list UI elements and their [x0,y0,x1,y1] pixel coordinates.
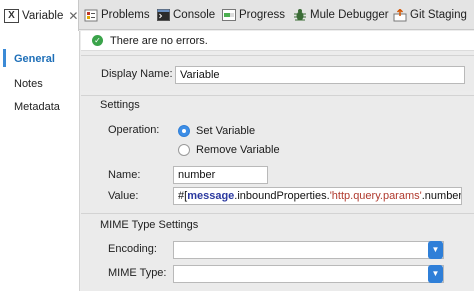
status-row: ✓ There are no errors. [81,31,474,51]
tab-mule-debugger[interactable]: Mule Debugger [293,0,389,30]
tab-git-staging[interactable]: Git Staging [393,0,467,30]
chevron-down-icon: ▼ [428,265,443,283]
tab-progress-label: Progress [239,9,286,21]
display-name-input[interactable]: Variable [175,66,465,84]
settings-title: Settings [100,99,140,111]
tab-console-label: Console [173,9,216,21]
sidebar-item-general[interactable]: General [0,49,80,69]
close-icon[interactable]: ✕ [68,9,78,23]
tab-problems[interactable]: Problems [84,0,150,30]
radio-dot-icon [178,125,190,137]
tab-git-staging-label: Git Staging [410,9,467,21]
expr-mid: .inboundProperties. [234,190,330,202]
expr-open: #[ [178,190,188,202]
expr-string: 'http.query.params' [329,190,422,202]
expr-end: .number] [421,190,462,202]
view-tab-bar: X Variable ✕ Problems Console Progress M… [0,0,474,31]
remove-variable-radio[interactable]: Remove Variable [178,144,280,156]
debugger-icon [293,8,307,22]
sidebar-item-notes[interactable]: Notes [0,74,80,94]
mime-type-title: MIME Type Settings [100,219,199,231]
tab-console[interactable]: Console [157,0,215,30]
expr-keyword: message [187,190,235,202]
mime-type-label: MIME Type: [108,267,167,279]
tab-progress[interactable]: Progress [222,0,285,30]
console-icon [157,9,170,21]
x-box-icon: X [4,8,19,23]
name-label: Name: [108,169,141,181]
encoding-select[interactable]: ▼ [173,241,444,259]
set-variable-radio[interactable]: Set Variable [178,125,255,137]
progress-icon [222,9,236,21]
general-panel: ✓ There are no errors. Display Name: Var… [81,31,474,291]
tab-variable-label: Variable [22,9,64,22]
status-text: There are no errors. [110,34,208,47]
checkmark-icon: ✓ [92,35,103,46]
properties-view: X Variable ✕ Problems Console Progress M… [0,0,474,291]
tab-variable[interactable]: X Variable ✕ [0,0,79,31]
encoding-label: Encoding: [108,243,157,255]
git-staging-icon [393,8,407,22]
mime-type-select[interactable]: ▼ [173,265,444,283]
problems-icon [84,9,98,22]
tab-mule-debugger-label: Mule Debugger [310,9,389,21]
tab-problems-label: Problems [101,9,150,21]
display-name-label: Display Name: [101,68,173,80]
set-variable-label: Set Variable [196,125,256,137]
mime-type-group: MIME Type Settings Encoding: ▼ MIME Type… [81,213,474,291]
remove-variable-label: Remove Variable [196,144,280,156]
value-label: Value: [108,190,139,202]
value-expression-input[interactable]: #[message.inboundProperties.'http.query.… [173,187,462,205]
sidebar-item-metadata[interactable]: Metadata [0,97,80,117]
display-name-group: Display Name: Variable [81,55,474,91]
properties-sidebar: General Notes Metadata [0,31,80,291]
radio-dot-icon [178,144,190,156]
operation-label: Operation: [108,124,160,136]
name-input[interactable]: number [173,166,268,184]
chevron-down-icon: ▼ [428,241,443,259]
